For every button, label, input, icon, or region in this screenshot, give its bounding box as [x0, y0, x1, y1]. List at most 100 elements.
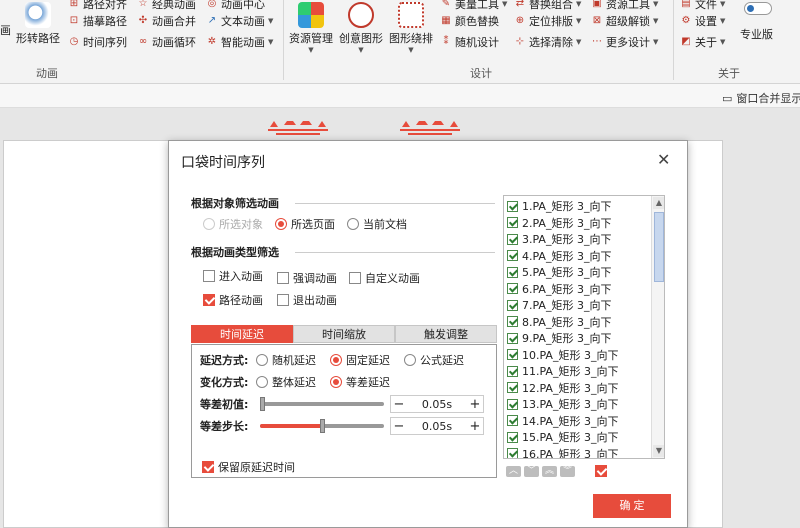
list-item[interactable]: 3.PA_矩形 3_向下 [507, 231, 611, 247]
list-item[interactable]: 11.PA_矩形 3_向下 [507, 363, 618, 379]
checkbox-box[interactable] [507, 250, 518, 261]
scroll-thumb[interactable] [654, 212, 664, 282]
decrement-button[interactable]: − [391, 397, 407, 412]
checkbox-box[interactable] [507, 283, 518, 294]
step-slider[interactable] [260, 419, 384, 433]
checkbox-path-anim[interactable]: 路径动画 [203, 292, 263, 308]
list-item[interactable]: 9.PA_矩形 3_向下 [507, 330, 611, 346]
tab-time-scale[interactable]: 时间缩放 [293, 325, 395, 343]
shape-arrange-button[interactable]: 图形绕排 ▼ [389, 0, 433, 54]
tab-time-delay[interactable]: 时间延迟 [191, 325, 293, 343]
close-icon[interactable]: ✕ [657, 150, 670, 169]
list-item[interactable]: 6.PA_矩形 3_向下 [507, 281, 611, 297]
trace-path-button[interactable]: ⊡ 描摹路径 [68, 13, 127, 29]
checkbox-box[interactable] [507, 365, 518, 377]
initial-value-slider[interactable] [260, 397, 384, 411]
checkbox-box[interactable] [507, 398, 518, 410]
ok-button[interactable]: 确 定 [593, 494, 671, 518]
checkbox-box[interactable] [507, 349, 518, 360]
list-item[interactable]: 12.PA_矩形 3_向下 [507, 380, 618, 396]
select-all-checkbox[interactable] [595, 465, 607, 477]
checkbox-box[interactable] [507, 415, 518, 426]
slider-thumb[interactable] [320, 419, 325, 433]
settings-button[interactable]: ⚙ 设置 ▼ [680, 13, 726, 29]
list-item[interactable]: 7.PA_矩形 3_向下 [507, 297, 611, 313]
radio-selected-page[interactable]: 所选页面 [275, 216, 335, 232]
checkbox-box[interactable] [507, 316, 518, 327]
move-top-icon[interactable]: ︽ [542, 466, 557, 477]
tab-trigger-adjust[interactable]: 触发调整 [395, 325, 497, 343]
radio-current-doc[interactable]: 当前文档 [347, 216, 407, 232]
resource-tools-button[interactable]: ▣ 资源工具 ▼ [591, 0, 658, 12]
slider-thumb[interactable] [260, 397, 265, 411]
anim-center-button[interactable]: ◎ 动画中心 [206, 0, 265, 12]
creative-shape-button[interactable]: 创意图形 ▼ [339, 0, 383, 54]
text-anim-button[interactable]: ↗ 文本动画 ▼ [206, 13, 274, 29]
locate-layout-button[interactable]: ⊕ 定位排版 ▼ [514, 13, 582, 29]
move-bottom-icon[interactable]: ︾ [560, 466, 575, 477]
checkbox-exit-anim[interactable]: 退出动画 [277, 292, 337, 308]
checkbox-box[interactable] [507, 382, 518, 393]
pro-toggle[interactable] [744, 2, 772, 15]
move-up-icon[interactable]: ︿ [506, 466, 521, 477]
checkbox-box[interactable] [507, 200, 518, 212]
move-down-icon[interactable]: ﹀ [524, 466, 539, 477]
list-item[interactable]: 8.PA_矩形 3_向下 [507, 314, 611, 330]
anim-loop-button[interactable]: ∞ 动画循环 [137, 34, 196, 50]
checkbox-custom-anim[interactable]: 自定义动画 [349, 270, 420, 286]
radio-random-delay[interactable]: 随机延迟 [256, 352, 316, 368]
checkbox-enter-anim[interactable]: 进入动画 [203, 268, 263, 284]
checkbox-box[interactable] [507, 266, 518, 278]
anim-merge-button[interactable]: ✣ 动画合并 [137, 13, 196, 29]
list-item[interactable]: 15.PA_矩形 3_向下 [507, 429, 618, 445]
list-item[interactable]: 2.PA_矩形 3_向下 [507, 215, 611, 231]
color-replace-button[interactable]: ▦ 颜色替换 [440, 13, 499, 29]
replace-combine-button[interactable]: ⇄ 替换组合 ▼ [514, 0, 582, 12]
checkbox-box[interactable] [507, 233, 518, 245]
checkbox-box[interactable] [507, 448, 518, 458]
window-merge-button[interactable]: ▭ 窗口合并显示 [722, 90, 800, 106]
list-item[interactable]: 13.PA_矩形 3_向下 [507, 396, 618, 412]
about-button[interactable]: ◩ 关于 ▼ [680, 34, 725, 50]
increment-button[interactable]: + [467, 397, 483, 412]
increment-button[interactable]: + [467, 419, 483, 434]
select-clear-button[interactable]: ⊹ 选择清除 ▼ [514, 34, 582, 50]
radio-selected-object[interactable]: 所选对象 [203, 216, 263, 232]
scroll-up-icon[interactable]: ▲ [653, 197, 664, 209]
time-sequence-button[interactable]: ◷ 时间序列 [68, 34, 127, 50]
classic-anim-button[interactable]: ☆ 经典动画 [137, 0, 196, 12]
ribbon-left-stub[interactable]: 画 [0, 22, 11, 38]
radio-fixed-delay[interactable]: 固定延迟 [330, 352, 390, 368]
file-button[interactable]: ▤ 文件 ▼ [680, 0, 725, 12]
super-unlock-button[interactable]: ⊠ 超级解锁 ▼ [591, 13, 659, 29]
scroll-down-icon[interactable]: ▼ [653, 445, 664, 457]
decrement-button[interactable]: − [391, 419, 407, 434]
initial-value-field[interactable]: 0.05s [407, 398, 467, 411]
list-item[interactable]: 1.PA_矩形 3_向下 [507, 198, 611, 214]
path-align-button[interactable]: ⊞ 路径对齐 [68, 0, 127, 12]
radio-equal-delay[interactable]: 等差延迟 [330, 374, 390, 390]
checkbox-box[interactable] [507, 431, 518, 443]
list-item[interactable]: 5.PA_矩形 3_向下 [507, 264, 611, 280]
animation-list[interactable]: ▲ ▼ 1.PA_矩形 3_向下 2.PA_矩形 3_向下 3.PA_矩形 3_向下… [503, 195, 665, 459]
checkbox-box[interactable] [507, 217, 518, 228]
resource-manage-button[interactable]: 资源管理 ▼ [289, 0, 333, 54]
list-scrollbar[interactable]: ▲ ▼ [651, 196, 664, 458]
smart-anim-button[interactable]: ✲ 智能动画 ▼ [206, 34, 274, 50]
checkbox-box[interactable] [507, 332, 518, 344]
random-design-button[interactable]: ⁑ 随机设计 [440, 34, 500, 50]
list-item[interactable]: 10.PA_矩形 3_向下 [507, 347, 618, 363]
radio-formula-delay[interactable]: 公式延迟 [404, 352, 464, 368]
beauty-tools-button[interactable]: ✎ 美量工具 ▼ [440, 0, 508, 12]
step-value-field[interactable]: 0.05s [407, 420, 467, 433]
shape-to-path-button[interactable]: 形转路径 [16, 0, 60, 46]
resource-tools-icon: ▣ [592, 0, 602, 9]
checkbox-keep-delay[interactable]: 保留原延迟时间 [202, 459, 295, 475]
checkbox-box[interactable] [507, 299, 518, 311]
checkbox-emphasis-anim[interactable]: 强调动画 [277, 270, 337, 286]
list-item[interactable]: 4.PA_矩形 3_向下 [507, 248, 611, 264]
list-item[interactable]: 14.PA_矩形 3_向下 [507, 413, 618, 429]
list-item[interactable]: 16.PA_矩形 3_向下 [507, 446, 618, 458]
more-design-button[interactable]: ⋯ 更多设计 ▼ [591, 34, 658, 50]
radio-whole-delay[interactable]: 整体延迟 [256, 374, 316, 390]
